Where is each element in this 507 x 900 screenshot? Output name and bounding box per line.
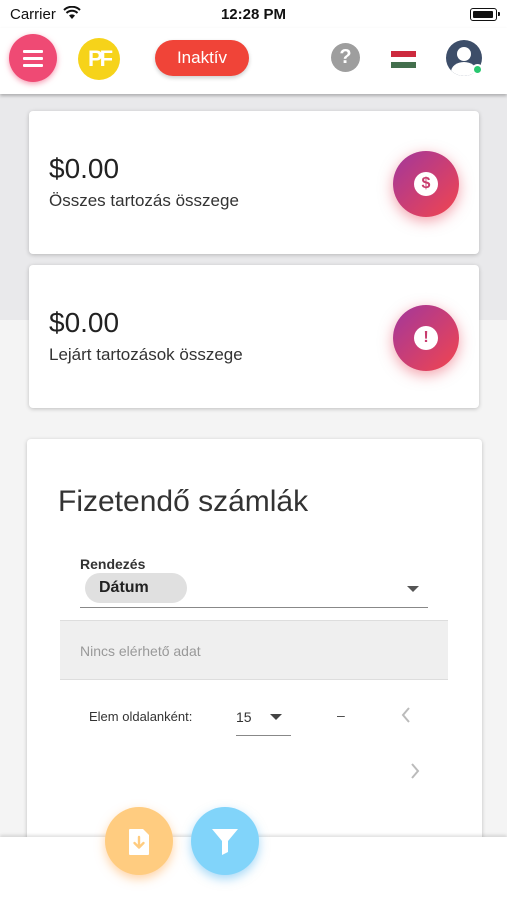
- exclamation-icon: !: [393, 305, 459, 371]
- online-status-indicator: [472, 64, 483, 75]
- sort-select[interactable]: Dátum: [85, 573, 187, 603]
- total-debt-card: $0.00 Összes tartozás összege $: [29, 111, 479, 254]
- chevron-left-icon: [401, 707, 410, 723]
- chevron-right-icon: [411, 763, 420, 779]
- overdue-debt-card: $0.00 Lejárt tartozások összege !: [29, 265, 479, 408]
- menu-icon-line: [23, 64, 43, 67]
- clock: 12:28 PM: [220, 6, 287, 23]
- prev-page-button[interactable]: [399, 705, 413, 731]
- menu-button[interactable]: [9, 34, 57, 82]
- status-button[interactable]: Inaktív: [155, 40, 249, 76]
- invoices-title: Fizetendő számlák: [58, 485, 309, 518]
- overdue-debt-label: Lejárt tartozások összege: [49, 345, 243, 364]
- per-page-label: Elem oldalanként:: [89, 709, 193, 724]
- file-download-icon: [129, 829, 149, 855]
- app-logo: PF: [78, 38, 120, 80]
- filter-button[interactable]: [191, 807, 259, 875]
- empty-state: Nincs elérhető adat: [60, 620, 448, 680]
- per-page-underline: [236, 735, 291, 736]
- chevron-down-icon[interactable]: [407, 586, 419, 592]
- sort-label: Rendezés: [80, 556, 146, 572]
- filter-icon: [212, 829, 238, 855]
- overdue-debt-value: $0.00: [49, 307, 120, 338]
- next-page-button[interactable]: [408, 761, 422, 787]
- menu-icon-line: [23, 50, 43, 53]
- menu-icon-line: [23, 57, 43, 60]
- invoices-card: Fizetendő számlák Rendezés Dátum Nincs e…: [27, 439, 482, 859]
- per-page-select[interactable]: 15: [236, 709, 252, 725]
- help-icon[interactable]: ?: [331, 43, 360, 72]
- sort-underline: [80, 607, 428, 608]
- hungarian-flag-icon[interactable]: [391, 51, 416, 68]
- page-range: –: [337, 707, 345, 723]
- battery-icon: [470, 8, 500, 21]
- export-button[interactable]: [105, 807, 173, 875]
- dollar-icon: $: [393, 151, 459, 217]
- total-debt-value: $0.00: [49, 153, 120, 184]
- app-bar: PF Inaktív ?: [0, 28, 507, 94]
- chevron-down-icon[interactable]: [270, 714, 282, 720]
- status-bar: Carrier 12:28 PM: [0, 0, 507, 28]
- total-debt-label: Összes tartozás összege: [49, 191, 239, 210]
